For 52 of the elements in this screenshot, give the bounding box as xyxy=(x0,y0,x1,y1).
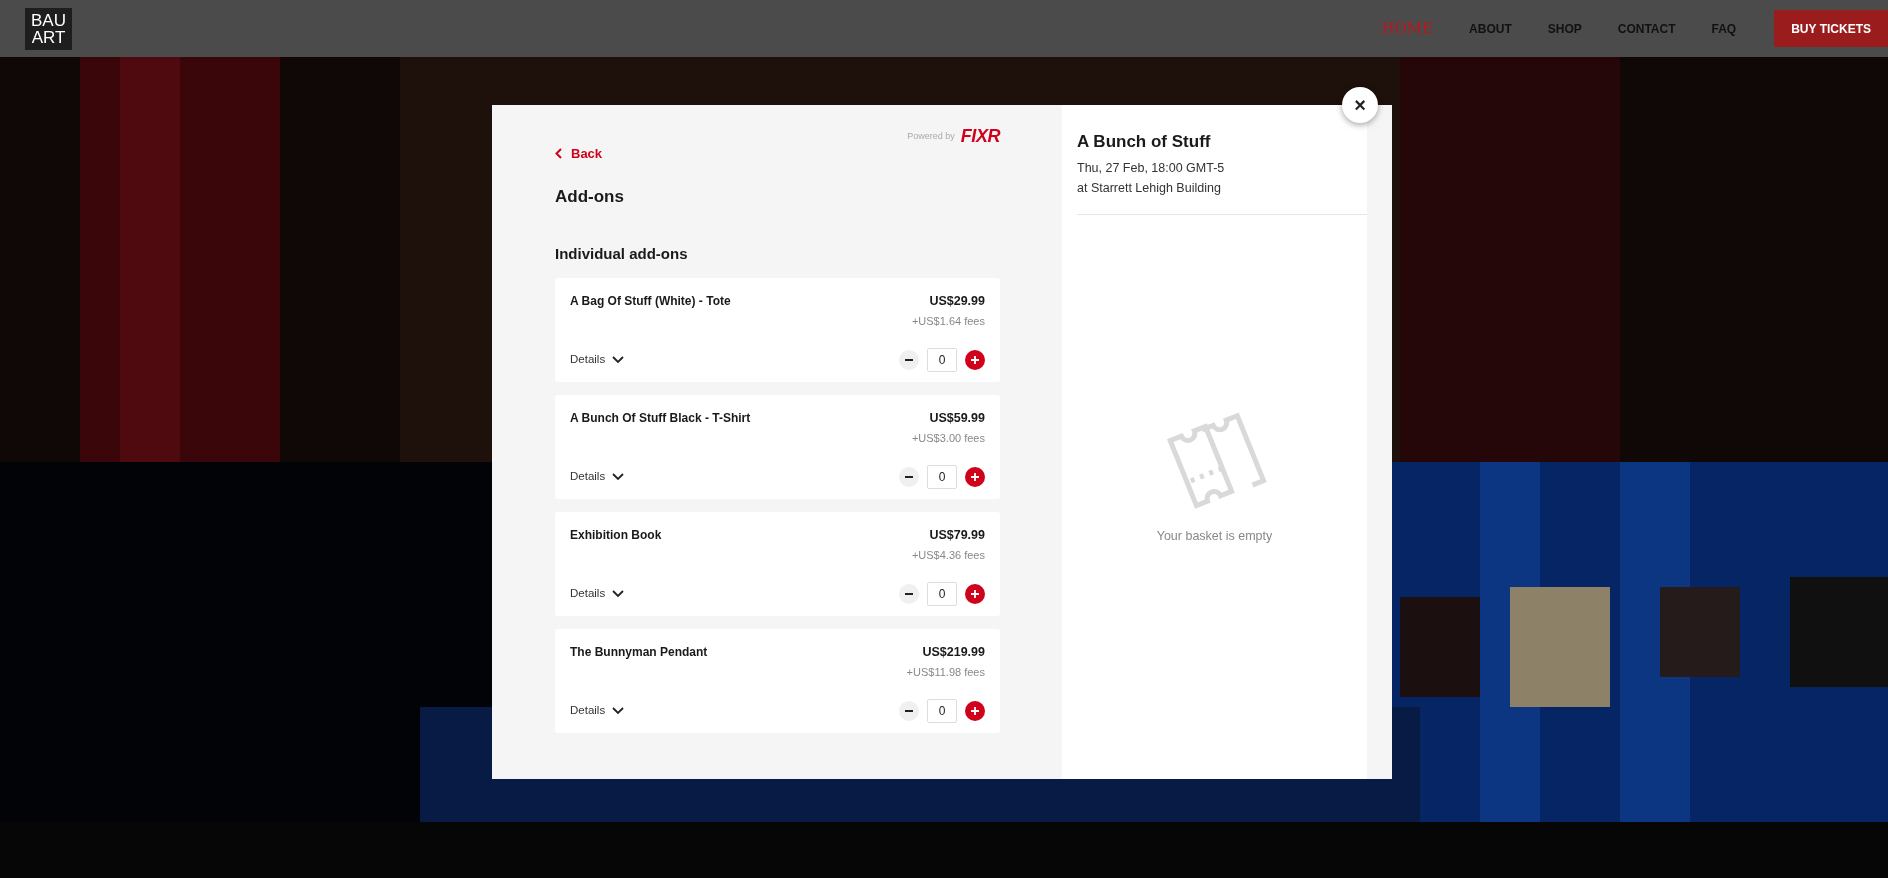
quantity-field[interactable]: 0 xyxy=(927,464,957,489)
minus-icon xyxy=(905,709,913,712)
increase-button[interactable] xyxy=(965,583,985,604)
addon-price: US$59.99 xyxy=(929,409,985,427)
addon-fees: +US$3.00 fees xyxy=(911,431,985,447)
quantity-field[interactable]: 0 xyxy=(927,581,957,606)
addon-name: A Bag Of Stuff (White) - Tote xyxy=(570,292,731,310)
minus-icon xyxy=(905,358,913,361)
minus-icon xyxy=(905,475,913,478)
minus-icon xyxy=(905,592,913,595)
addon-name: A Bunch Of Stuff Black - T-Shirt xyxy=(570,409,751,427)
decrease-button[interactable] xyxy=(899,466,919,487)
addon-fees: +US$1.64 fees xyxy=(911,314,985,330)
increase-button[interactable] xyxy=(965,466,985,487)
details-toggle[interactable]: Details xyxy=(570,467,625,486)
increase-button[interactable] xyxy=(965,700,985,721)
logo[interactable]: BAU ART xyxy=(25,7,72,50)
chevron-down-icon xyxy=(612,355,625,364)
chevron-down-icon xyxy=(612,472,625,481)
decrease-button[interactable] xyxy=(899,583,919,604)
addon-name: Exhibition Book xyxy=(570,526,662,544)
event-title: A Bunch of Stuff xyxy=(1077,131,1212,153)
plus-icon xyxy=(971,706,979,715)
increase-button[interactable] xyxy=(965,349,985,370)
decrease-button[interactable] xyxy=(899,700,919,721)
plus-icon xyxy=(971,355,979,364)
chevron-down-icon xyxy=(612,589,625,598)
addon-price: US$29.99 xyxy=(929,292,985,310)
plus-icon xyxy=(971,472,979,481)
plus-icon xyxy=(971,589,979,598)
addon-price: US$79.99 xyxy=(929,526,985,544)
details-toggle[interactable]: Details xyxy=(570,584,625,603)
section-title: Individual add-ons xyxy=(555,244,689,264)
buy-tickets-button[interactable]: BUY TICKETS xyxy=(1774,10,1888,47)
details-toggle[interactable]: Details xyxy=(570,701,625,720)
addon-name: The Bunnyman Pendant xyxy=(570,643,708,661)
decrease-button[interactable] xyxy=(899,349,919,370)
chevron-left-icon xyxy=(555,148,562,160)
addon-fees: +US$11.98 fees xyxy=(906,665,985,681)
details-toggle[interactable]: Details xyxy=(570,350,625,369)
powered-by-label: Powered by xyxy=(907,129,955,143)
brand-logo: FIXR xyxy=(960,125,1000,148)
event-venue: at Starrett Lehigh Building xyxy=(1077,180,1222,198)
addon-price: US$219.99 xyxy=(922,643,985,661)
page-title: Add-ons xyxy=(555,185,625,208)
back-link[interactable]: Back xyxy=(555,144,603,164)
event-date: Thu, 27 Feb, 18:00 GMT-5 xyxy=(1077,159,1226,177)
chevron-down-icon xyxy=(612,706,625,715)
quantity-field[interactable]: 0 xyxy=(927,698,957,723)
empty-basket-message: Your basket is empty xyxy=(1156,528,1273,545)
quantity-field[interactable]: 0 xyxy=(927,347,957,372)
addon-fees: +US$4.36 fees xyxy=(911,548,985,564)
